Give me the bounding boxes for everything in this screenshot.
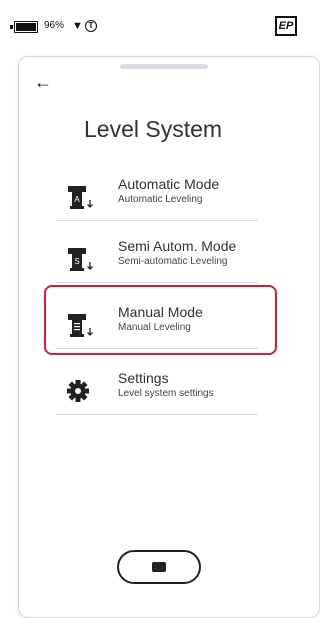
leveling-s-icon: S xyxy=(68,248,93,271)
menu-item-sublabel: Semi-automatic Leveling xyxy=(118,256,228,267)
menu-item-label: Manual Mode xyxy=(118,304,203,320)
menu-item-sublabel: Level system settings xyxy=(118,388,214,399)
home-pill-button[interactable] xyxy=(117,550,201,584)
back-arrow-icon[interactable]: ← xyxy=(34,72,52,93)
menu-item-manual-mode[interactable]: Manual Mode Manual Leveling xyxy=(56,304,258,349)
leveling-a-icon: A xyxy=(68,186,93,209)
gear-icon xyxy=(67,380,89,402)
battery-percent: 96% xyxy=(44,20,65,31)
svg-text:A: A xyxy=(74,195,80,204)
menu-item-sublabel: Automatic Leveling xyxy=(118,194,203,205)
leveling-manual-icon xyxy=(68,314,93,337)
t-status-icon: T xyxy=(85,20,97,32)
page-title: Level System xyxy=(84,116,223,142)
machine-icon xyxy=(152,562,166,572)
menu-item-automatic-mode[interactable]: A Automatic Mode Automatic Leveling xyxy=(56,176,258,221)
menu-item-label: Settings xyxy=(118,370,169,386)
menu-item-sublabel: Manual Leveling xyxy=(118,322,191,333)
menu-item-semi-autom-mode[interactable]: S Semi Autom. Mode Semi-automatic Leveli… xyxy=(56,238,258,283)
menu-item-label: Automatic Mode xyxy=(118,176,220,192)
ep-logo: EP xyxy=(275,16,297,36)
sheet-drag-handle[interactable] xyxy=(120,64,208,69)
svg-text:S: S xyxy=(74,257,79,266)
menu-item-label: Semi Autom. Mode xyxy=(118,238,237,254)
wifi-icon: ▼ xyxy=(72,20,83,32)
menu-item-settings[interactable]: Settings Level system settings xyxy=(56,370,258,415)
battery-icon xyxy=(10,21,38,33)
status-bar: 96% ▼ T EP xyxy=(0,0,299,44)
